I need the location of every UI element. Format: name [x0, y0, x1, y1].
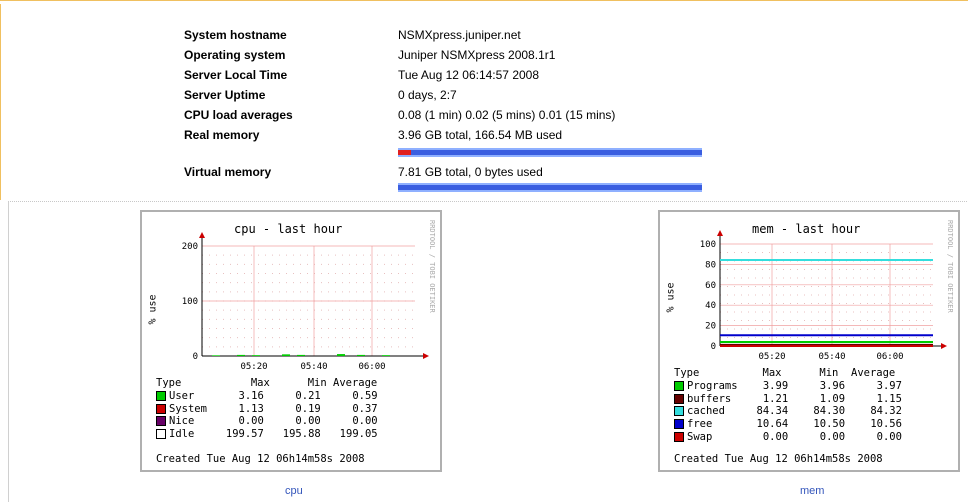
cpu-y-tick-label: 0 — [193, 352, 198, 362]
cpu-user-area-segment — [282, 354, 290, 356]
mem-y-tick-label: 40 — [705, 301, 716, 311]
mem-legend-swatch — [674, 406, 684, 417]
mem-legend-row-programs: Programs 3.99 3.96 3.97 — [674, 380, 902, 392]
mem-legend-swatch — [674, 419, 684, 430]
mem-legend-row-cached: cached 84.34 84.30 84.32 — [674, 405, 902, 417]
mem-y-tick-label: 20 — [705, 322, 716, 332]
cpu-x-tick-label: 05:40 — [300, 362, 327, 372]
real-memory-used-fill — [398, 150, 411, 155]
uptime-value: 0 days, 2:7 — [398, 88, 457, 102]
mem-x-arrow — [941, 343, 947, 349]
virtual-memory-value: 7.81 GB total, 0 bytes used — [398, 165, 543, 179]
mem-y-tick-label: 0 — [711, 342, 716, 352]
cpu-x-tick-label: 05:20 — [240, 362, 267, 372]
cpu-legend-swatch — [156, 391, 166, 401]
mem-graph[interactable]: 0 20 40 60 80 100 05:20 05:40 06:00 mem - last h… — [658, 210, 960, 472]
time-value: Tue Aug 12 06:14:57 2008 — [398, 68, 540, 82]
cpu-user-area-segment — [212, 355, 220, 356]
cpu-user-area-segment — [382, 355, 390, 356]
mem-y-tick-label: 60 — [705, 281, 716, 291]
cpu-legend-text: System 1.13 0.19 0.37 — [169, 402, 378, 415]
cpu-user-area-segment — [237, 354, 245, 356]
mem-x-tick-label: 05:40 — [818, 352, 845, 362]
time-label: Server Local Time — [184, 68, 288, 82]
mem-legend-header: Type Max Min Average — [674, 367, 896, 379]
cpu-y-tick-label: 100 — [182, 297, 198, 307]
cpu-ylabel: % use — [147, 294, 159, 325]
mem-legend-text: cached 84.34 84.30 84.32 — [687, 405, 902, 418]
load-value: 0.08 (1 min) 0.02 (5 mins) 0.01 (15 mins… — [398, 108, 616, 122]
cpu-legend-text: Nice 0.00 0.00 0.00 — [169, 415, 378, 427]
cpu-user-area-segment — [297, 354, 305, 356]
mem-legend-text: Programs 3.99 3.96 3.97 — [687, 380, 902, 392]
top-border — [0, 0, 968, 5]
cpu-legend-swatch — [156, 416, 166, 426]
cpu-user-area-segment — [357, 354, 365, 356]
mem-legend-text: free 10.64 10.50 10.56 — [687, 418, 902, 431]
real-memory-value: 3.96 GB total, 166.54 MB used — [398, 128, 563, 142]
mem-legend-row-buffers: buffers 1.21 1.09 1.15 — [674, 393, 902, 405]
mem-x-tick-label: 05:20 — [758, 352, 785, 362]
cpu-legend-row-user: User 3.16 0.21 0.59 — [156, 390, 378, 402]
mem-legend-swatch — [674, 393, 684, 404]
mem-legend-text: Swap 0.00 0.00 0.00 — [687, 430, 902, 443]
hostname-value: NSMXpress.juniper.net — [398, 28, 521, 42]
cpu-user-area-segment — [337, 354, 345, 356]
mem-watermark: RRDTOOL / TOBI OETIKER — [946, 220, 954, 313]
mem-legend-swatch — [674, 431, 684, 442]
mem-ylabel: % use — [665, 282, 677, 313]
cpu-graph[interactable]: 0 100 200 05:20 05:40 06:00 cpu - last hour R… — [140, 210, 442, 472]
cpu-y-arrow — [199, 232, 205, 238]
os-value: Juniper NSMXpress 2008.1r1 — [398, 48, 556, 62]
cpu-graph-link[interactable]: cpu — [285, 485, 303, 497]
mem-x-tick-label: 06:00 — [876, 352, 903, 362]
cpu-legend-text: Idle 199.57 195.88 199.05 — [169, 427, 378, 440]
os-label: Operating system — [184, 48, 286, 62]
mem-legend-row-swap: Swap 0.00 0.00 0.00 — [674, 431, 902, 443]
cpu-legend-row-system: System 1.13 0.19 0.37 — [156, 403, 378, 415]
left-border — [0, 4, 1, 200]
cpu-legend-swatch — [156, 428, 166, 439]
mem-legend-swatch — [674, 381, 684, 391]
mem-y-tick-label: 80 — [705, 260, 716, 270]
cpu-watermark: RRDTOOL / TOBI OETIKER — [428, 220, 436, 313]
virtual-memory-bar — [398, 183, 702, 192]
hostname-label: System hostname — [184, 28, 287, 42]
mem-created: Created Tue Aug 12 06h14m58s 2008 — [674, 453, 883, 465]
cpu-user-area-segment — [252, 355, 260, 356]
load-label: CPU load averages — [184, 108, 293, 122]
mem-y-arrow — [717, 230, 723, 236]
uptime-label: Server Uptime — [184, 88, 266, 102]
virtual-memory-label: Virtual memory — [184, 165, 272, 179]
cpu-legend-header: Type Max Min Average — [156, 377, 378, 389]
cpu-chart-title: cpu - last hour — [234, 222, 343, 236]
cpu-y-tick-label: 200 — [182, 242, 198, 252]
real-memory-label: Real memory — [184, 128, 260, 142]
cpu-legend-row-idle: Idle 199.57 195.88 199.05 — [156, 428, 378, 440]
mem-legend-text: buffers 1.21 1.09 1.15 — [687, 392, 902, 405]
cpu-legend-text: User 3.16 0.21 0.59 — [169, 390, 378, 402]
mem-legend-row-free: free 10.64 10.50 10.56 — [674, 418, 902, 430]
real-memory-bar — [398, 148, 702, 157]
cpu-legend-row-nice: Nice 0.00 0.00 0.00 — [156, 415, 378, 427]
cpu-x-arrow — [423, 353, 429, 359]
graphs-panel: 0 100 200 05:20 05:40 06:00 cpu - last hour R… — [8, 201, 968, 502]
mem-graph-link[interactable]: mem — [800, 485, 824, 497]
cpu-legend-swatch — [156, 403, 166, 414]
mem-y-tick-label: 100 — [700, 240, 716, 250]
cpu-x-tick-label: 06:00 — [358, 362, 385, 372]
cpu-created: Created Tue Aug 12 06h14m58s 2008 — [156, 453, 365, 465]
mem-chart-title: mem - last hour — [752, 222, 861, 236]
